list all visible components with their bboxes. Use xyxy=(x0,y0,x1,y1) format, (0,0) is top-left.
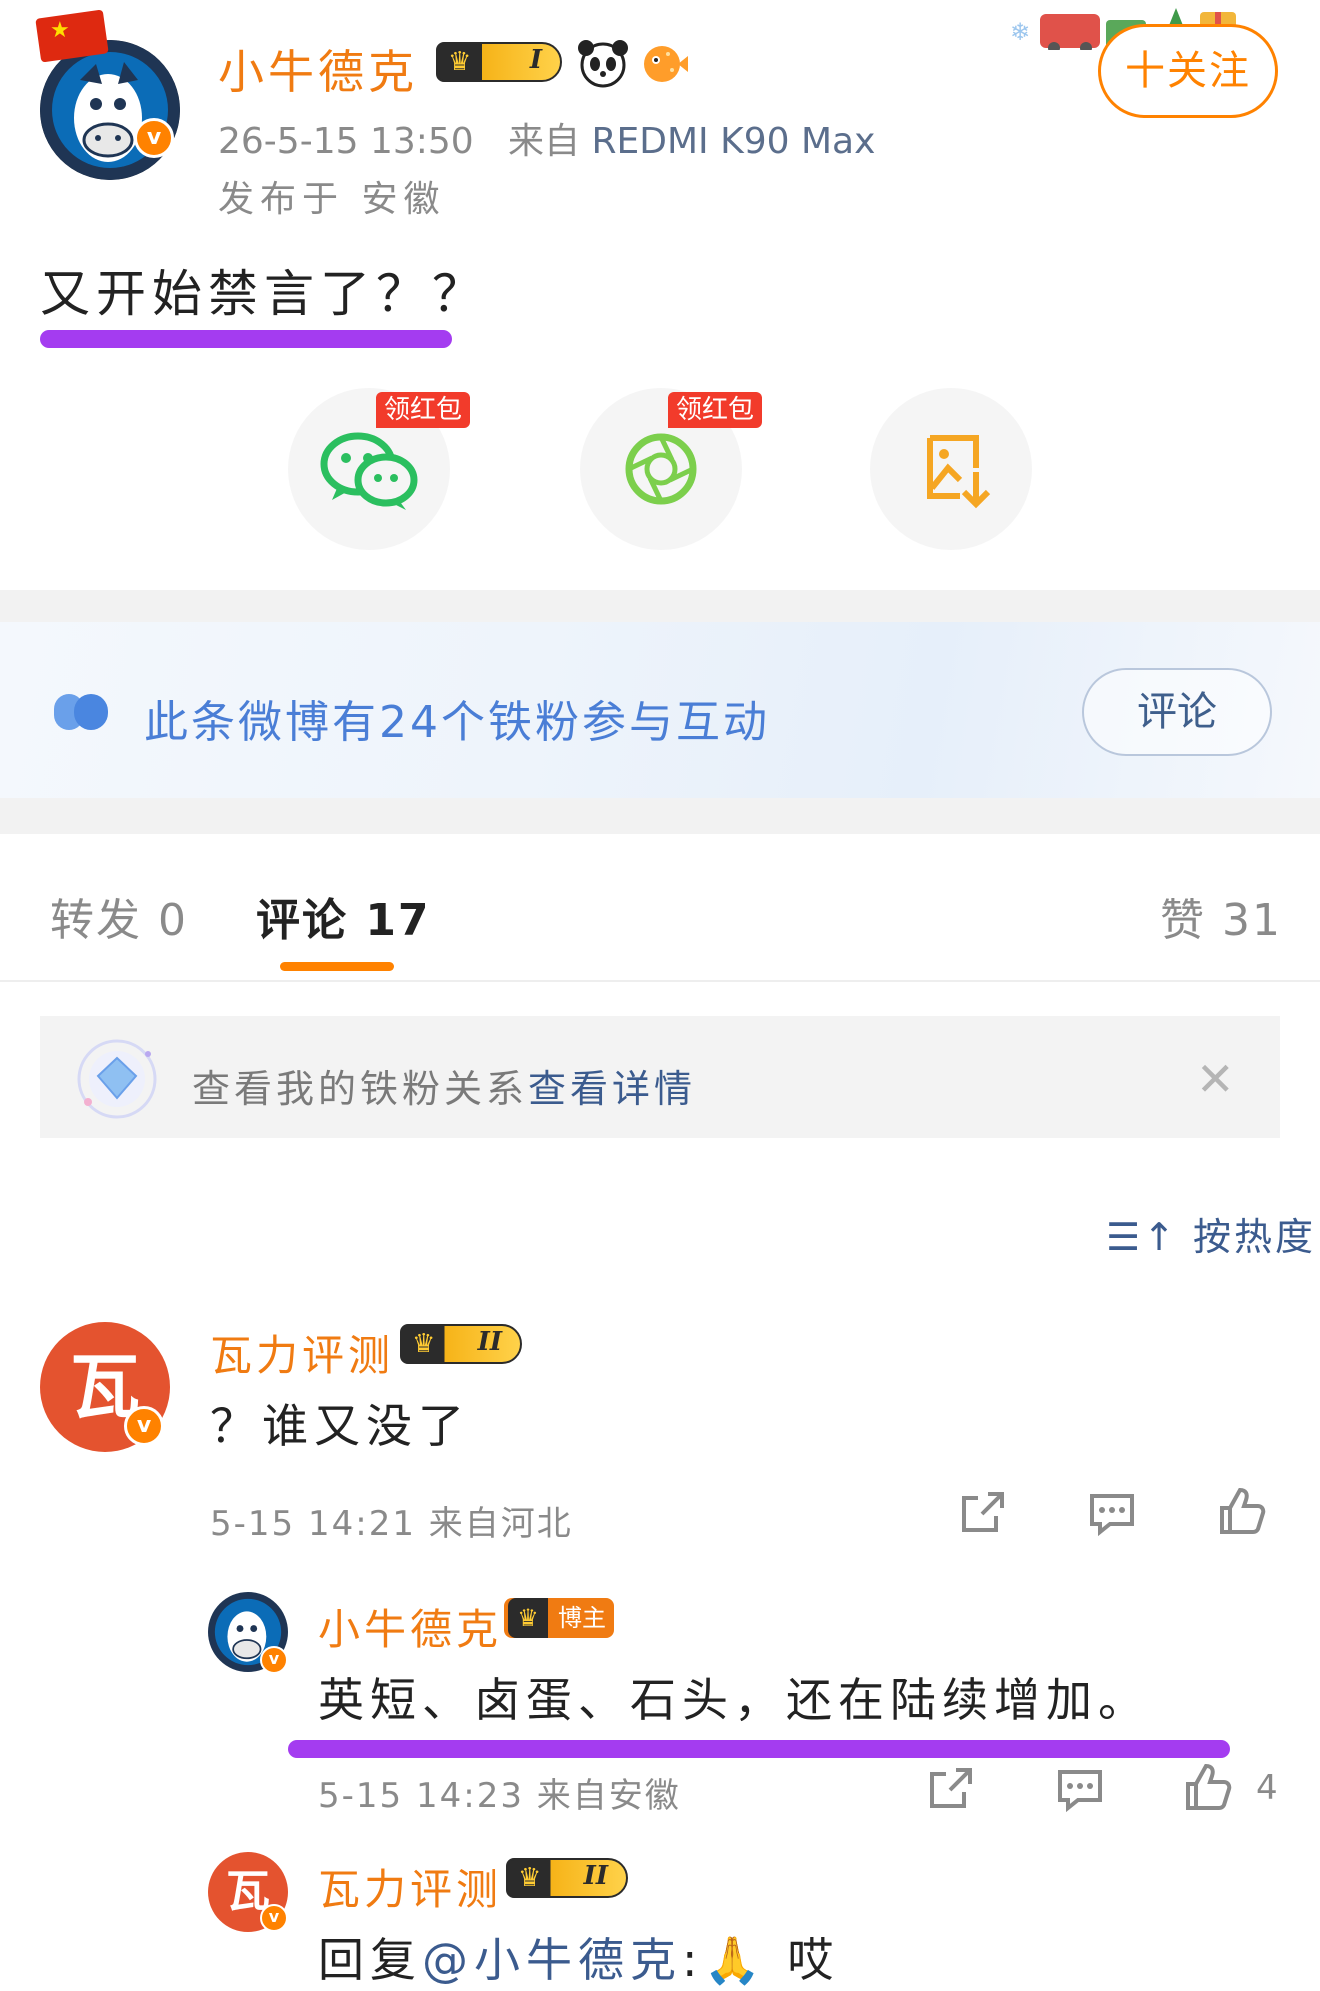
pufferfish-icon xyxy=(644,46,688,82)
iron-fans-text: 此条微博有24个铁粉参与互动 xyxy=(144,697,770,748)
sort-label: 按热度 xyxy=(1193,1215,1317,1259)
panda-icon xyxy=(578,40,628,88)
iron-fans-comment-button[interactable]: 评论 xyxy=(1082,668,1272,756)
follow-button[interactable]: 十关注 xyxy=(1098,24,1278,118)
comment-text: ？谁又没了 xyxy=(210,1399,470,1453)
crown-star-icon: ♛ xyxy=(508,1598,548,1638)
verified-badge-icon: v xyxy=(124,1406,164,1446)
author-avatar[interactable] xyxy=(40,40,180,180)
reply-author-name[interactable]: 瓦力评测 xyxy=(318,1856,502,1917)
moments-red-packet-tag: 领红包 xyxy=(668,392,763,428)
commenter-name[interactable]: 瓦力评测 xyxy=(210,1322,394,1383)
like-icon[interactable] xyxy=(1216,1484,1268,1538)
svg-text:❄: ❄ xyxy=(1010,18,1030,46)
reply-text: 回复@小牛德克:🙏 哎 xyxy=(318,1924,839,1990)
sort-icon: ☰↑ xyxy=(1106,1215,1178,1259)
china-flag-icon xyxy=(35,9,109,63)
sort-by-heat[interactable]: ☰↑ 按热度 xyxy=(1106,1206,1316,1261)
flag-star-icon: ★ xyxy=(50,18,70,43)
reply-body: :🙏 哎 xyxy=(682,1933,840,1987)
like-count: 4 xyxy=(1256,1768,1278,1808)
verified-badge-icon: v xyxy=(134,118,174,158)
highlight-underline xyxy=(40,330,452,348)
crown-star-icon: ♛ xyxy=(448,47,472,77)
blogger-badge-label: 博主 xyxy=(558,1604,606,1632)
mention-link[interactable]: @小牛德克 xyxy=(422,1933,682,1987)
reply-text: 英短、卤蛋、石头，还在陆续增加。 xyxy=(318,1673,1150,1727)
crown-star-icon: ♛ xyxy=(518,1863,542,1893)
fan-relation-text: 查看我的铁粉关系 xyxy=(192,1067,529,1111)
device-name[interactable]: REDMI K90 Max xyxy=(592,121,876,162)
save-image-icon xyxy=(927,435,991,509)
section-divider xyxy=(0,798,1320,834)
source-prefix: 来自 xyxy=(508,121,581,162)
fan-level: II xyxy=(583,1861,608,1891)
close-icon[interactable]: ✕ xyxy=(1196,1052,1235,1106)
section-divider xyxy=(0,590,1320,622)
blogger-badge: ♛ 博主 xyxy=(504,1598,614,1638)
wechat-red-packet-tag: 领红包 xyxy=(376,392,471,428)
fan-relation-link[interactable]: 查看详情 xyxy=(528,1058,696,1113)
comment-icon[interactable] xyxy=(1054,1764,1106,1814)
tab-repost[interactable]: 转发 0 xyxy=(50,884,188,948)
tab-divider xyxy=(0,980,1320,982)
like-icon[interactable] xyxy=(1182,1760,1234,1814)
fan-level-crown-icon: ♛ I xyxy=(436,42,562,82)
share-icon[interactable] xyxy=(926,1764,976,1814)
comment-meta: 5-15 14:21 来自河北 xyxy=(210,1504,573,1544)
fan-level-crown-icon: ♛ II xyxy=(400,1324,522,1364)
post-timestamp: 26-5-15 13:50 xyxy=(218,121,474,162)
fan-level: I xyxy=(529,45,542,75)
author-name[interactable]: 小牛德克 xyxy=(218,36,418,102)
mavericks-logo-icon xyxy=(40,40,180,180)
verified-badge-icon: v xyxy=(260,1646,288,1674)
reply-meta: 5-15 14:23 来自安徽 xyxy=(318,1776,681,1816)
verified-badge-icon: v xyxy=(260,1904,288,1932)
share-icon[interactable] xyxy=(958,1488,1008,1538)
highlight-underline xyxy=(288,1740,1230,1758)
reply-author-name[interactable]: 小牛德克 xyxy=(318,1596,502,1657)
fan-level: II xyxy=(477,1327,502,1357)
tab-like[interactable]: 赞 31 xyxy=(1160,884,1282,948)
diamond-icon xyxy=(77,1039,157,1119)
tab-comment[interactable]: 评论 17 xyxy=(256,884,431,948)
post-content: 又开始禁言了？？ xyxy=(40,265,488,323)
fans-interaction-icon xyxy=(54,694,108,730)
save-image-button[interactable] xyxy=(870,388,1032,550)
post-location: 发布于 安徽 xyxy=(218,179,446,220)
reply-prefix: 回复 xyxy=(318,1933,422,1987)
crown-star-icon: ♛ xyxy=(412,1329,436,1359)
comment-icon[interactable] xyxy=(1086,1488,1138,1538)
post-meta: 26-5-15 13:50 来自 REDMI K90 Max xyxy=(218,112,875,164)
active-tab-indicator xyxy=(280,962,394,971)
fan-level-crown-icon: ♛ II xyxy=(506,1858,628,1898)
